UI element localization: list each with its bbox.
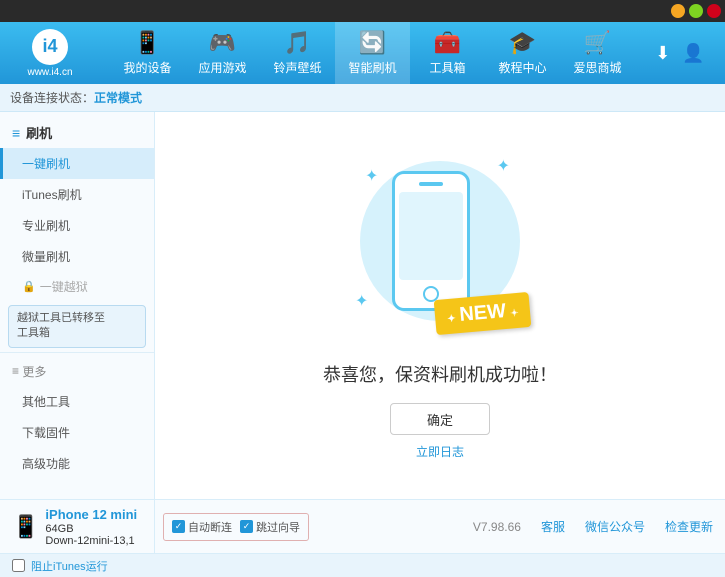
sidebar-divider — [0, 352, 154, 353]
nav-my-device-label: 我的设备 — [123, 59, 171, 76]
logo-icon: i4 — [32, 29, 68, 65]
jailbreak-disabled-label: 一键越狱 — [40, 278, 88, 295]
skip-wizard-checkbox[interactable]: ✓ 跳过向导 — [240, 519, 300, 535]
phone-speaker — [419, 182, 443, 186]
auto-disconnect-checkbox[interactable]: ✓ 自动断连 — [172, 519, 232, 535]
nav-toolbox[interactable]: 🧰 工具箱 — [410, 22, 485, 84]
sidebar-more-label: 更多 — [22, 363, 46, 380]
smart-store-icon: 🔄 — [359, 30, 386, 56]
auto-disconnect-check-icon: ✓ — [172, 520, 185, 533]
nav-toolbox-label: 工具箱 — [429, 59, 465, 76]
nav-smart-store[interactable]: 🔄 智能刷机 — [335, 22, 410, 84]
phone-body — [392, 171, 470, 311]
close-button[interactable] — [707, 4, 721, 18]
minimize-button[interactable] — [671, 4, 685, 18]
sidebar-item-download-fw[interactable]: 下载固件 — [0, 417, 154, 448]
nav-apps[interactable]: 🎮 应用游戏 — [185, 22, 260, 84]
sidebar-item-one-click-flash[interactable]: 一键刷机 — [0, 148, 154, 179]
nav-items: 📱 我的设备 🎮 应用游戏 🎵 铃声壁纸 🔄 智能刷机 🧰 工具箱 🎓 教程中心… — [100, 22, 645, 84]
itunes-flash-label: iTunes刷机 — [22, 188, 82, 202]
sidebar-item-data-flash[interactable]: 微量刷机 — [0, 241, 154, 272]
skip-wizard-label: 跳过向导 — [256, 519, 300, 535]
stop-itunes-checkbox[interactable] — [12, 559, 25, 572]
shop-icon: 🛒 — [584, 30, 611, 56]
apps-icon: 🎮 — [209, 30, 236, 56]
bottom-right: V7.98.66 客服 微信公众号 检查更新 — [317, 518, 725, 535]
jailbreak-notice-text: 越狱工具已转移至工具箱 — [17, 312, 105, 339]
sidebar: ≡ 刷机 一键刷机 iTunes刷机 专业刷机 微量刷机 🔒 一键越狱 越狱工具… — [0, 112, 155, 499]
device-icon: 📱 — [134, 30, 161, 56]
nav-shop[interactable]: 🛒 爱思商城 — [560, 22, 635, 84]
device-details: iPhone 12 mini 64GB Down-12mini-13,1 — [45, 507, 137, 547]
checkboxes-area: ✓ 自动断连 ✓ 跳过向导 — [163, 513, 309, 541]
device-info-section: 📱 iPhone 12 mini 64GB Down-12mini-13,1 — [0, 500, 155, 553]
sidebar-item-pro-flash[interactable]: 专业刷机 — [0, 210, 154, 241]
nav-ringtones[interactable]: 🎵 铃声壁纸 — [260, 22, 335, 84]
sidebar-more-icon: ≡ — [12, 364, 19, 378]
nav-tutorials-label: 教程中心 — [498, 59, 546, 76]
version-text: V7.98.66 — [473, 520, 521, 534]
skip-wizard-check-icon: ✓ — [240, 520, 253, 533]
nav-apps-label: 应用游戏 — [198, 59, 246, 76]
sparkle-bottomleft-icon: ✦ — [355, 291, 368, 311]
user-header-icon[interactable]: 👤 — [682, 43, 704, 64]
reset-link[interactable]: 立即日志 — [416, 443, 464, 460]
new-badge: NEW — [433, 292, 531, 335]
wechat-link[interactable]: 微信公众号 — [585, 518, 645, 535]
customer-service-link[interactable]: 客服 — [541, 518, 565, 535]
sidebar-item-other-tools[interactable]: 其他工具 — [0, 386, 154, 417]
jailbreak-notice: 越狱工具已转移至工具箱 — [8, 305, 146, 348]
sidebar-section-flash-label: 刷机 — [26, 123, 52, 142]
nav-shop-label: 爱思商城 — [573, 59, 621, 76]
flash-section-icon: ≡ — [12, 125, 20, 141]
ringtones-icon: 🎵 — [284, 30, 311, 56]
confirm-button[interactable]: 确定 — [390, 403, 490, 435]
bottom-bar: 📱 iPhone 12 mini 64GB Down-12mini-13,1 ✓… — [0, 499, 725, 553]
sidebar-item-advanced[interactable]: 高级功能 — [0, 448, 154, 479]
nav-smart-store-label: 智能刷机 — [348, 59, 396, 76]
maximize-button[interactable] — [689, 4, 703, 18]
sidebar-section-flash: ≡ 刷机 — [0, 117, 154, 148]
title-bar — [0, 0, 725, 22]
device-name: iPhone 12 mini — [45, 507, 137, 522]
sidebar-item-jailbreak-disabled: 🔒 一键越狱 — [0, 272, 154, 301]
sidebar-item-itunes-flash[interactable]: iTunes刷机 — [0, 179, 154, 210]
device-phone-icon: 📱 — [12, 514, 39, 540]
download-fw-label: 下载固件 — [22, 426, 70, 440]
data-flash-label: 微量刷机 — [22, 250, 70, 264]
other-tools-label: 其他工具 — [22, 395, 70, 409]
toolbox-icon: 🧰 — [434, 30, 461, 56]
advanced-label: 高级功能 — [22, 457, 70, 471]
header-right: ⬇ 👤 — [645, 43, 725, 64]
sparkle-topleft-icon: ✦ — [365, 166, 378, 186]
check-update-link[interactable]: 检查更新 — [665, 518, 713, 535]
header: i4 www.i4.cn 📱 我的设备 🎮 应用游戏 🎵 铃声壁纸 🔄 智能刷机… — [0, 22, 725, 84]
one-click-flash-label: 一键刷机 — [22, 157, 70, 171]
footer: 阻止iTunes运行 — [0, 553, 725, 577]
status-value: 正常模式 — [94, 89, 142, 106]
phone-screen — [399, 192, 463, 280]
auto-disconnect-label: 自动断连 — [188, 519, 232, 535]
download-header-icon[interactable]: ⬇ — [655, 43, 670, 64]
nav-my-device[interactable]: 📱 我的设备 — [110, 22, 185, 84]
stop-itunes-label[interactable]: 阻止iTunes运行 — [31, 558, 108, 574]
logo-text: www.i4.cn — [27, 67, 72, 78]
lock-icon: 🔒 — [22, 280, 36, 293]
phone-illustration: ✦ ✦ ✦ NEW — [350, 151, 530, 351]
nav-tutorials[interactable]: 🎓 教程中心 — [485, 22, 560, 84]
tutorials-icon: 🎓 — [509, 30, 536, 56]
device-model: Down-12mini-13,1 — [45, 535, 137, 547]
logo-area: i4 www.i4.cn — [0, 29, 100, 78]
content-area: ✦ ✦ ✦ NEW 恭喜您，保资料刷机成功啦！ 确定 立即日志 — [155, 112, 725, 499]
pro-flash-label: 专业刷机 — [22, 219, 70, 233]
status-label: 设备连接状态： — [10, 89, 94, 106]
sidebar-section-more: ≡ 更多 — [0, 357, 154, 386]
device-storage: 64GB — [45, 523, 137, 535]
success-message: 恭喜您，保资料刷机成功啦！ — [323, 361, 557, 387]
status-bar: 设备连接状态： 正常模式 — [0, 84, 725, 112]
nav-ringtones-label: 铃声壁纸 — [273, 59, 321, 76]
sparkle-topright-icon: ✦ — [497, 156, 510, 176]
main-layout: ≡ 刷机 一键刷机 iTunes刷机 专业刷机 微量刷机 🔒 一键越狱 越狱工具… — [0, 112, 725, 499]
